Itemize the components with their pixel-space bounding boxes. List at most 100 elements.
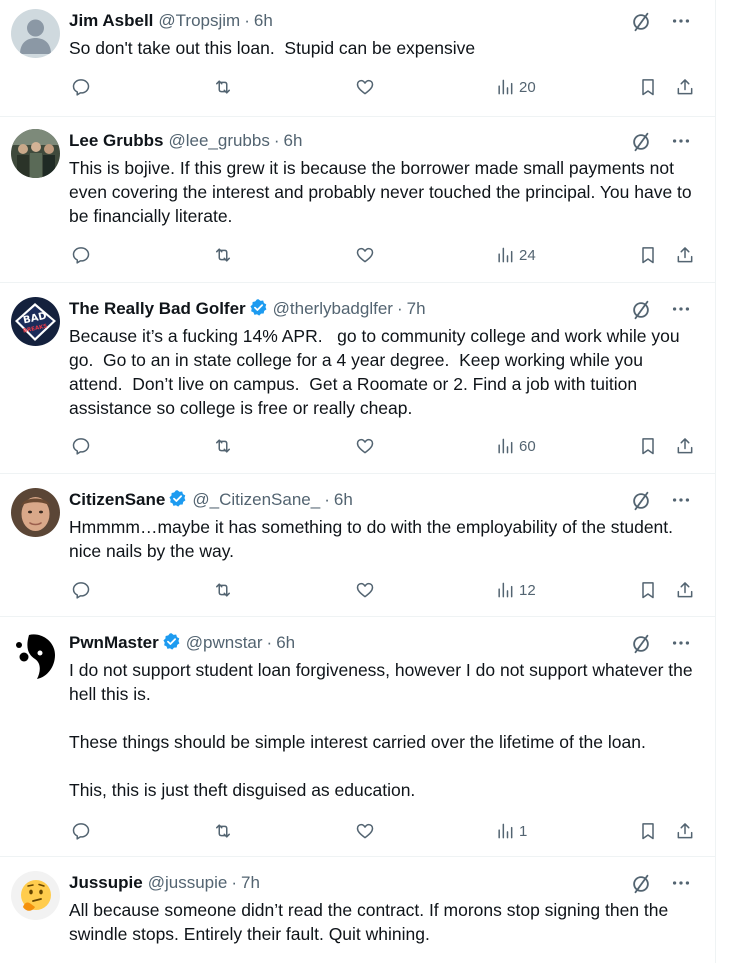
repost-icon [216, 80, 230, 94]
share-button[interactable] [675, 75, 695, 99]
bookmark-button[interactable] [638, 243, 658, 267]
timestamp[interactable]: 7h [407, 299, 426, 318]
tweet-header: Jim Asbell @Tropsjim · 6h [69, 9, 694, 33]
timestamp[interactable]: 7h [241, 873, 260, 892]
separator-dot: · [396, 299, 403, 318]
tweet-text: So don't take out this loan. Stupid can … [69, 38, 476, 58]
reply-button[interactable] [71, 75, 91, 99]
avatar[interactable] [11, 9, 60, 58]
more-options-icon[interactable] [670, 298, 692, 320]
share-icon [677, 438, 693, 454]
grok-icon[interactable] [630, 299, 652, 321]
views-button[interactable]: 20 [495, 75, 536, 99]
reply-icon [72, 438, 90, 455]
silhouette-avatar-icon [11, 631, 60, 680]
views-count: 60 [519, 437, 536, 455]
tweet-text: Because it’s a fucking 14% APR. go to co… [69, 326, 685, 418]
tweet-header: PwnMaster @pwnstar · 6h [69, 631, 694, 655]
more-options-icon[interactable] [670, 872, 692, 894]
display-name[interactable]: Jussupie [69, 873, 143, 892]
more-options-icon[interactable] [670, 130, 692, 152]
reply-button[interactable] [71, 434, 91, 458]
timestamp[interactable]: 6h [276, 633, 295, 652]
like-button[interactable] [355, 819, 375, 843]
avatar[interactable] [11, 871, 60, 920]
share-button[interactable] [675, 434, 695, 458]
bad-breaks-logo-icon: BAD BREAKS [11, 297, 60, 346]
timestamp[interactable]: 6h [284, 131, 303, 150]
reply-button[interactable] [71, 243, 91, 267]
bookmark-button[interactable] [638, 578, 658, 602]
tweet-jim-asbell[interactable]: Jim Asbell @Tropsjim · 6h So don't take out… [0, 0, 716, 117]
views-button[interactable]: 24 [495, 243, 536, 267]
share-button[interactable] [675, 243, 695, 267]
views-button[interactable]: 12 [495, 578, 536, 602]
repost-button[interactable] [213, 243, 233, 267]
handle[interactable]: @_CitizenSane_ [192, 490, 320, 509]
separator-dot: · [244, 11, 250, 30]
timestamp[interactable]: 6h [254, 11, 273, 30]
reply-button[interactable] [71, 819, 91, 843]
display-name[interactable]: Lee Grubbs [69, 131, 163, 150]
views-count: 20 [519, 78, 536, 96]
repost-icon [216, 583, 230, 597]
bookmark-button[interactable] [638, 819, 658, 843]
reply-icon [72, 582, 90, 599]
more-options-icon[interactable] [670, 489, 692, 511]
like-button[interactable] [355, 434, 375, 458]
tweet-header: The Really Bad Golfer @therlybadglfer · 7h [69, 297, 694, 321]
repost-button[interactable] [213, 819, 233, 843]
handle[interactable]: @Tropsjim [158, 11, 240, 30]
repost-button[interactable] [213, 75, 233, 99]
handle[interactable]: @pwnstar [186, 633, 263, 652]
views-button[interactable]: 60 [495, 434, 536, 458]
more-options-icon[interactable] [670, 10, 692, 32]
views-button[interactable]: 1 [495, 819, 527, 843]
avatar[interactable] [11, 631, 60, 680]
handle[interactable]: @jussupie [148, 873, 228, 892]
share-button[interactable] [675, 819, 695, 843]
tweet-actions: 12 [69, 578, 709, 602]
timestamp[interactable]: 6h [334, 490, 353, 509]
tweet-text: Hmmmm…maybe it has something to do with … [69, 517, 683, 561]
avatar[interactable] [11, 129, 60, 178]
like-button[interactable] [355, 243, 375, 267]
bookmark-button[interactable] [638, 434, 658, 458]
bookmark-icon [642, 247, 654, 264]
tweet-actions: 60 [69, 434, 709, 458]
separator-dot: · [273, 131, 280, 150]
display-name[interactable]: The Really Bad Golfer [69, 299, 246, 318]
repost-button[interactable] [213, 434, 233, 458]
bookmark-button[interactable] [638, 75, 658, 99]
like-button[interactable] [355, 578, 375, 602]
grok-icon[interactable] [630, 633, 652, 655]
repost-button[interactable] [213, 578, 233, 602]
grok-icon[interactable] [630, 490, 652, 512]
tweet-header: Lee Grubbs @lee_grubbs · 6h [69, 129, 694, 153]
views-count: 1 [519, 822, 528, 840]
tweet-text: I do not support student loan forgivenes… [69, 660, 693, 800]
tweet-text: This is bojive. If this grew it is becau… [69, 158, 697, 226]
handle[interactable]: @lee_grubbs [168, 131, 269, 150]
grok-icon[interactable] [630, 873, 652, 895]
like-button[interactable] [355, 75, 375, 99]
face-photo-avatar-icon [11, 488, 60, 537]
tweet-jussupie[interactable]: Jussupie @jussupie · 7h All because someone… [0, 857, 716, 963]
separator-dot: · [324, 490, 330, 509]
bookmark-icon [642, 582, 654, 599]
tweet-citizensane[interactable]: CitizenSane @_CitizenSane_ · 6h Hmmmm…maybe… [0, 474, 716, 617]
tweet-pwnmaster[interactable]: PwnMaster @pwnstar · 6h I do not support st… [0, 617, 716, 857]
more-options-icon[interactable] [670, 632, 692, 654]
avatar[interactable] [11, 488, 60, 537]
display-name[interactable]: PwnMaster [69, 633, 159, 652]
reply-button[interactable] [71, 578, 91, 602]
grok-icon[interactable] [630, 131, 652, 153]
display-name[interactable]: CitizenSane [69, 490, 165, 509]
display-name[interactable]: Jim Asbell [69, 11, 153, 30]
handle[interactable]: @therlybadglfer [273, 299, 393, 318]
tweet-the-really-bad-golfer[interactable]: BAD BREAKS The Really Bad Golfer @therlyb… [0, 283, 716, 474]
avatar[interactable]: BAD BREAKS [11, 297, 60, 346]
tweet-lee-grubbs[interactable]: Lee Grubbs @lee_grubbs · 6h This is bojive.… [0, 117, 716, 283]
grok-icon[interactable] [630, 11, 652, 33]
share-button[interactable] [675, 578, 695, 602]
